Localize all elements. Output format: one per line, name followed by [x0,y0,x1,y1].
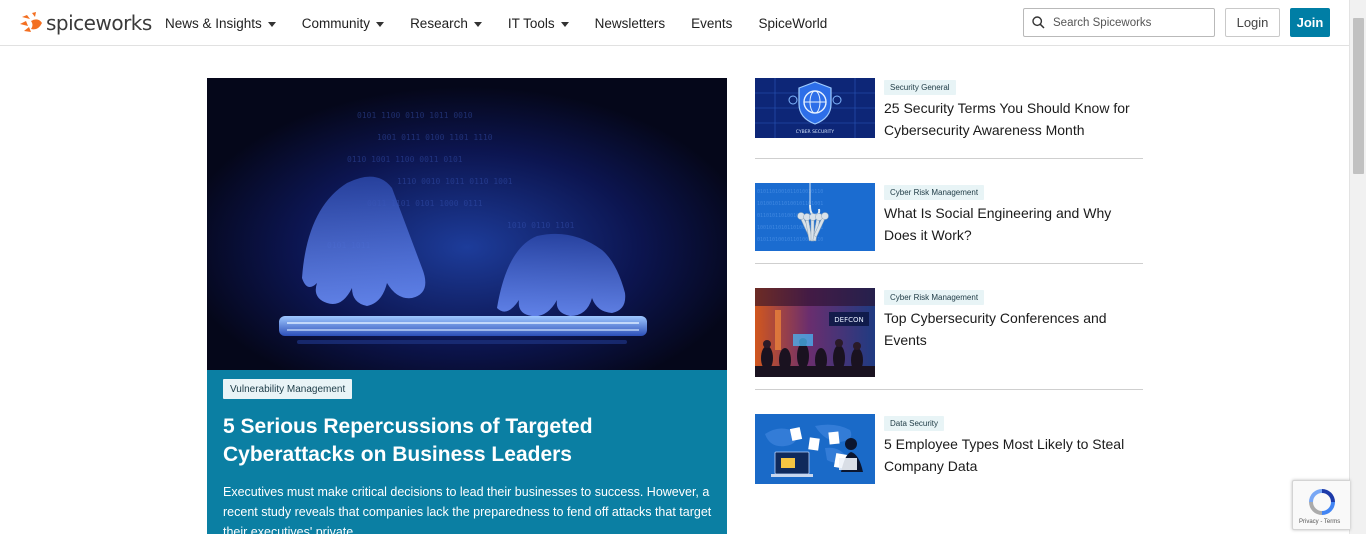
caret-down-icon [560,21,569,27]
category-tag[interactable]: Cyber Risk Management [884,185,985,200]
search-icon [1032,16,1045,29]
nav-news-insights[interactable]: News & Insights [165,16,276,31]
scrollbar-thumb[interactable] [1353,18,1364,174]
site-header: spiceworks News & Insights Community Res… [0,0,1349,46]
caret-down-icon [473,21,482,27]
fishing-hook-keys-icon: 0101101001011010010110 10100101101001011… [755,183,875,251]
featured-article-title[interactable]: 5 Serious Repercussions of Targeted Cybe… [223,413,693,469]
nav-label: Research [410,15,468,31]
recaptcha-links[interactable]: Privacy - Terms [1299,519,1340,525]
conference-crowd-image: DEFCON [755,288,875,377]
category-tag[interactable]: Security General [884,80,956,95]
nav-label: IT Tools [507,15,555,31]
category-tag[interactable]: Cyber Risk Management [884,290,985,305]
article-title[interactable]: What Is Social Engineering and Why Does … [884,202,1146,246]
nav-it-tools[interactable]: IT Tools [508,16,569,31]
article-title[interactable]: 25 Security Terms You Should Know for Cy… [884,97,1146,141]
recaptcha-icon [1309,489,1335,515]
svg-text:1001 0111 0100 1101 1110: 1001 0111 0100 1101 1110 [377,133,493,142]
search-box[interactable] [1023,8,1215,37]
list-item[interactable]: Data Security 5 Employee Types Most Like… [755,414,1143,504]
login-button[interactable]: Login [1225,8,1280,37]
category-tag[interactable]: Vulnerability Management [223,379,353,399]
nav-label: Newsletters [594,15,666,31]
page-scrollbar[interactable] [1349,0,1366,534]
main-nav: News & Insights Community Research IT To… [165,0,853,46]
search-input[interactable] [1053,16,1203,29]
caret-down-icon [267,21,276,27]
nav-label: Events [691,15,733,31]
svg-text:1110 0010 1011 0110 1001: 1110 0010 1011 0110 1001 [397,177,513,186]
svg-text:1010010110100101101001: 1010010110100101101001 [757,201,823,207]
nav-label: News & Insights [165,15,262,31]
nav-label: Community [301,15,371,31]
logo-text: spiceworks [46,11,152,35]
article-title[interactable]: Top Cybersecurity Conferences and Events [884,307,1146,351]
category-tag[interactable]: Data Security [884,416,945,431]
nav-community[interactable]: Community [301,15,385,31]
divider [755,158,1143,159]
pepper-logo-icon [20,12,42,32]
thumb-text: CYBER SECURITY [796,129,835,135]
nav-spiceworld[interactable]: SpiceWorld [758,16,827,31]
svg-text:0101 1100 0110 1011 0010: 0101 1100 0110 1011 0010 [357,111,473,120]
join-button[interactable]: Join [1290,8,1330,37]
caret-down-icon [376,21,385,27]
nav-events[interactable]: Events [691,16,732,31]
nav-newsletters[interactable]: Newsletters [595,16,666,31]
nav-label: SpiceWorld [758,15,828,31]
article-title[interactable]: 5 Employee Types Most Likely to Steal Co… [884,433,1146,477]
nav-research[interactable]: Research [410,16,482,31]
divider [755,263,1143,264]
divider [755,389,1143,390]
list-item[interactable]: DEFCON Cyber Risk Management Top Cyberse… [755,288,1143,378]
list-item[interactable]: 0101101001011010010110 10100101101001011… [755,183,1143,273]
svg-text:0101101001011010010110: 0101101001011010010110 [757,189,823,195]
hands-typing-keyboard-image: 0101 1100 0110 1011 0010 1001 0111 0100 … [207,78,727,370]
thumb-text: DEFCON [834,316,863,324]
spiceworks-logo[interactable]: spiceworks [18,9,152,37]
svg-text:0110 1001 1100 0011 0101: 0110 1001 1100 0011 0101 [347,155,463,164]
featured-article[interactable]: 0101 1100 0110 1011 0010 1001 0111 0100 … [207,78,727,534]
hacker-laptop-documents-icon [755,414,875,484]
svg-text:1010 0110 1101: 1010 0110 1101 [507,221,575,230]
recaptcha-badge[interactable]: Privacy - Terms [1292,480,1350,530]
list-item[interactable]: CYBER SECURITY Security General 25 Secur… [755,78,1143,168]
globe-shield-icon: CYBER SECURITY [755,78,875,138]
featured-article-description: Executives must make critical decisions … [223,485,712,534]
